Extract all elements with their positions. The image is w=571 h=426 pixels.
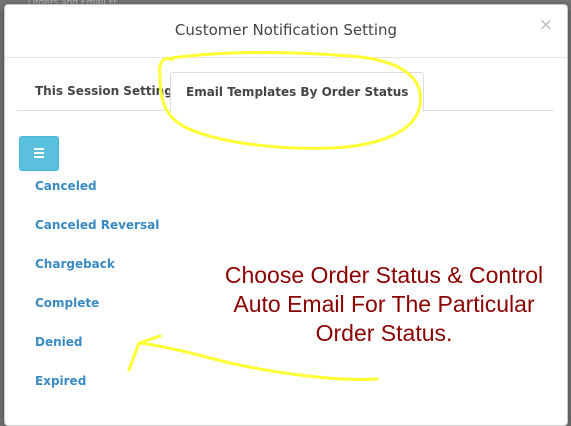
annotation-line-3: Order Status. (315, 320, 453, 346)
close-icon[interactable]: × (539, 17, 553, 34)
status-link-canceled[interactable]: Canceled (35, 179, 97, 193)
annotation-line-2: Auto Email For The Particular (233, 291, 535, 317)
status-link-expired[interactable]: Expired (35, 374, 86, 388)
tab-this-session-setting[interactable]: This Session Setting (35, 72, 173, 110)
modal-title: Customer Notification Setting (174, 21, 398, 39)
annotation-note: Choose Order Status & Control Auto Email… (219, 261, 549, 348)
status-link-denied[interactable]: Denied (35, 335, 82, 349)
menu-toggle-button[interactable] (19, 136, 59, 171)
tab-bar: This Session Setting Email Templates By … (17, 72, 554, 112)
status-link-canceled-reversal[interactable]: Canceled Reversal (35, 218, 159, 232)
status-link-chargeback[interactable]: Chargeback (35, 257, 115, 271)
status-link-complete[interactable]: Complete (35, 296, 99, 310)
notification-setting-modal: Customer Notification Setting × This Ses… (4, 4, 568, 426)
annotation-line-1: Choose Order Status & Control (224, 262, 544, 288)
modal-header: Customer Notification Setting × (5, 5, 567, 58)
tab-email-templates-by-order-status[interactable]: Email Templates By Order Status (170, 72, 425, 112)
